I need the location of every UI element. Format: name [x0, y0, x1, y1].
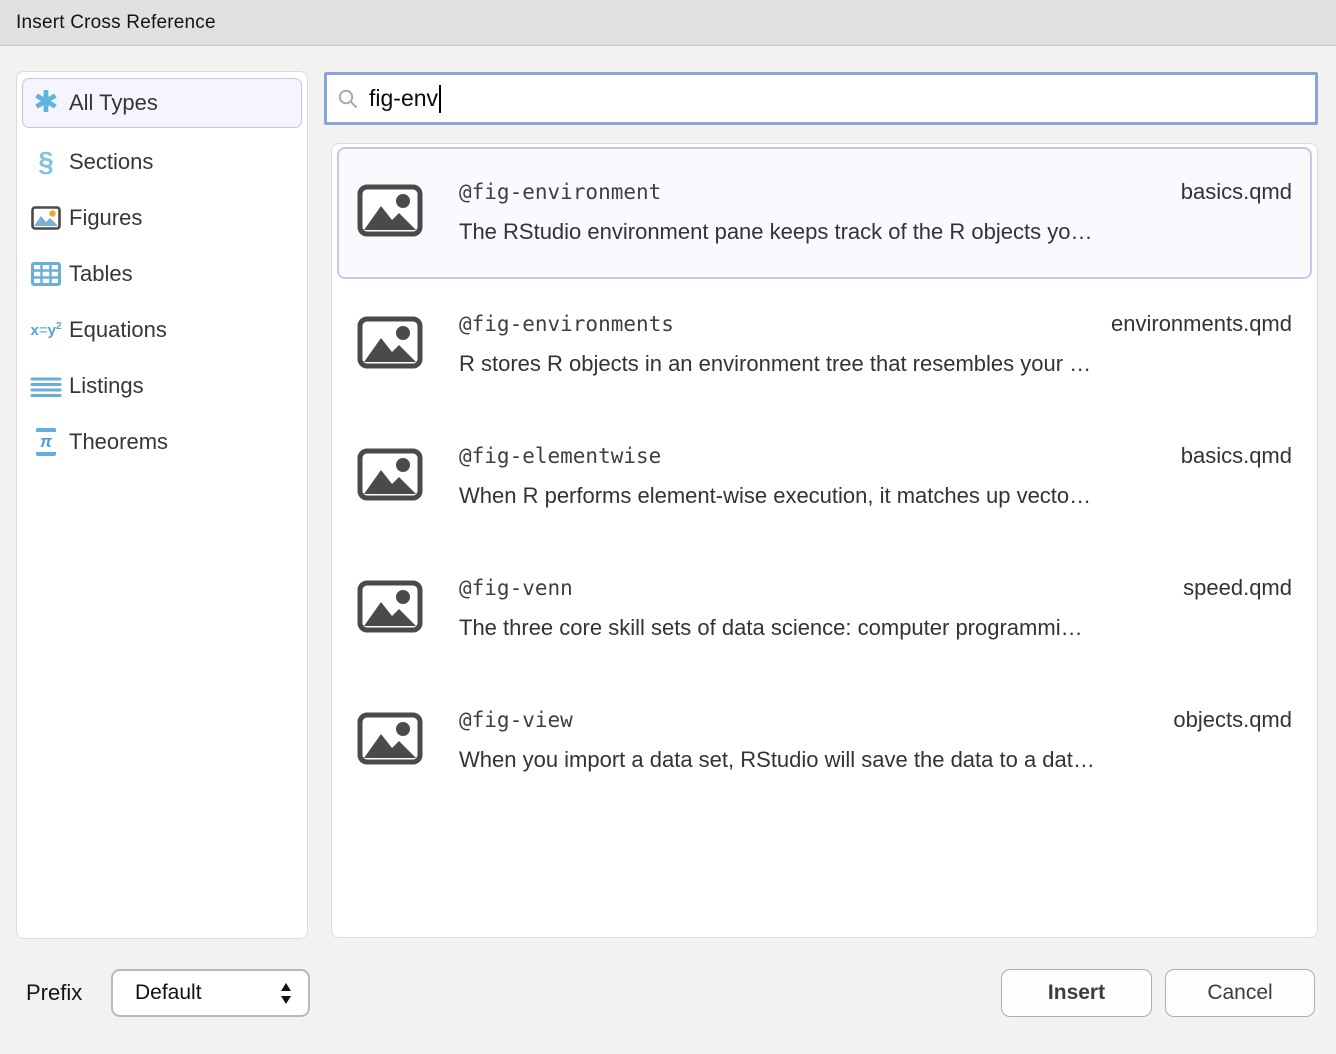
image-placeholder-icon: [357, 316, 423, 374]
dialog-titlebar: Insert Cross Reference: [0, 0, 1336, 46]
dropdown-arrows-icon: [280, 983, 292, 1004]
theorem-icon: π: [23, 428, 69, 456]
result-id: @fig-venn: [459, 576, 573, 600]
image-placeholder-icon: [357, 448, 423, 506]
result-item[interactable]: @fig-venn speed.qmd The three core skill…: [337, 543, 1312, 675]
sidebar-item-equations[interactable]: x=y2 Equations: [23, 302, 301, 358]
result-id: @fig-elementwise: [459, 444, 661, 468]
insert-cross-reference-dialog: Insert Cross Reference ✱ All Types § Sec…: [0, 0, 1336, 1054]
result-description: R stores R objects in an environment tre…: [459, 351, 1292, 377]
result-item[interactable]: @fig-environments environments.qmd R sto…: [337, 279, 1312, 411]
sidebar-item-listings[interactable]: Listings: [23, 358, 301, 414]
asterisk-icon: ✱: [23, 88, 69, 118]
sidebar-item-label: Equations: [69, 317, 167, 343]
search-input[interactable]: fig-env: [324, 72, 1318, 125]
search-query-text: fig-env: [369, 85, 438, 112]
result-description: The three core skill sets of data scienc…: [459, 615, 1292, 641]
dialog-title: Insert Cross Reference: [16, 12, 216, 34]
sidebar-item-figures[interactable]: Figures: [23, 190, 301, 246]
sidebar-item-tables[interactable]: Tables: [23, 246, 301, 302]
text-cursor: [439, 85, 441, 113]
cancel-button[interactable]: Cancel: [1165, 969, 1315, 1017]
result-item[interactable]: @fig-view objects.qmd When you import a …: [337, 675, 1312, 807]
search-icon: [337, 88, 359, 110]
result-file: basics.qmd: [1181, 179, 1292, 205]
sidebar-item-all-types[interactable]: ✱ All Types: [22, 78, 302, 128]
result-file: basics.qmd: [1181, 443, 1292, 469]
prefix-dropdown[interactable]: Default: [111, 969, 310, 1017]
result-file: environments.qmd: [1111, 311, 1292, 337]
result-id: @fig-view: [459, 708, 573, 732]
section-icon: §: [23, 148, 69, 176]
sidebar-item-label: Sections: [69, 149, 153, 175]
prefix-dropdown-value: Default: [135, 981, 280, 1005]
cross-reference-results-list: @fig-environment basics.qmd The RStudio …: [331, 143, 1318, 938]
prefix-label: Prefix: [26, 980, 82, 1006]
result-file: speed.qmd: [1183, 575, 1292, 601]
result-description: When R performs element-wise execution, …: [459, 483, 1292, 509]
sidebar-item-label: Listings: [69, 373, 144, 399]
result-item[interactable]: @fig-environment basics.qmd The RStudio …: [337, 147, 1312, 279]
result-description: When you import a data set, RStudio will…: [459, 747, 1292, 773]
listing-icon: [23, 375, 69, 397]
result-file: objects.qmd: [1173, 707, 1292, 733]
sidebar-item-label: Tables: [69, 261, 133, 287]
result-id: @fig-environments: [459, 312, 674, 336]
sidebar-item-theorems[interactable]: π Theorems: [23, 414, 301, 470]
figure-icon: [23, 206, 69, 230]
insert-button[interactable]: Insert: [1001, 969, 1152, 1017]
sidebar-item-label: Figures: [69, 205, 142, 231]
result-id: @fig-environment: [459, 180, 661, 204]
sidebar-item-label: Theorems: [69, 429, 168, 455]
image-placeholder-icon: [357, 712, 423, 770]
equation-icon: x=y2: [23, 321, 69, 339]
sidebar-item-sections[interactable]: § Sections: [23, 134, 301, 190]
type-filter-sidebar: ✱ All Types § Sections Figures: [16, 71, 308, 939]
table-icon: [23, 262, 69, 286]
result-item[interactable]: @fig-elementwise basics.qmd When R perfo…: [337, 411, 1312, 543]
image-placeholder-icon: [357, 580, 423, 638]
result-description: The RStudio environment pane keeps track…: [459, 219, 1292, 245]
sidebar-item-label: All Types: [69, 90, 158, 116]
image-placeholder-icon: [357, 184, 423, 242]
